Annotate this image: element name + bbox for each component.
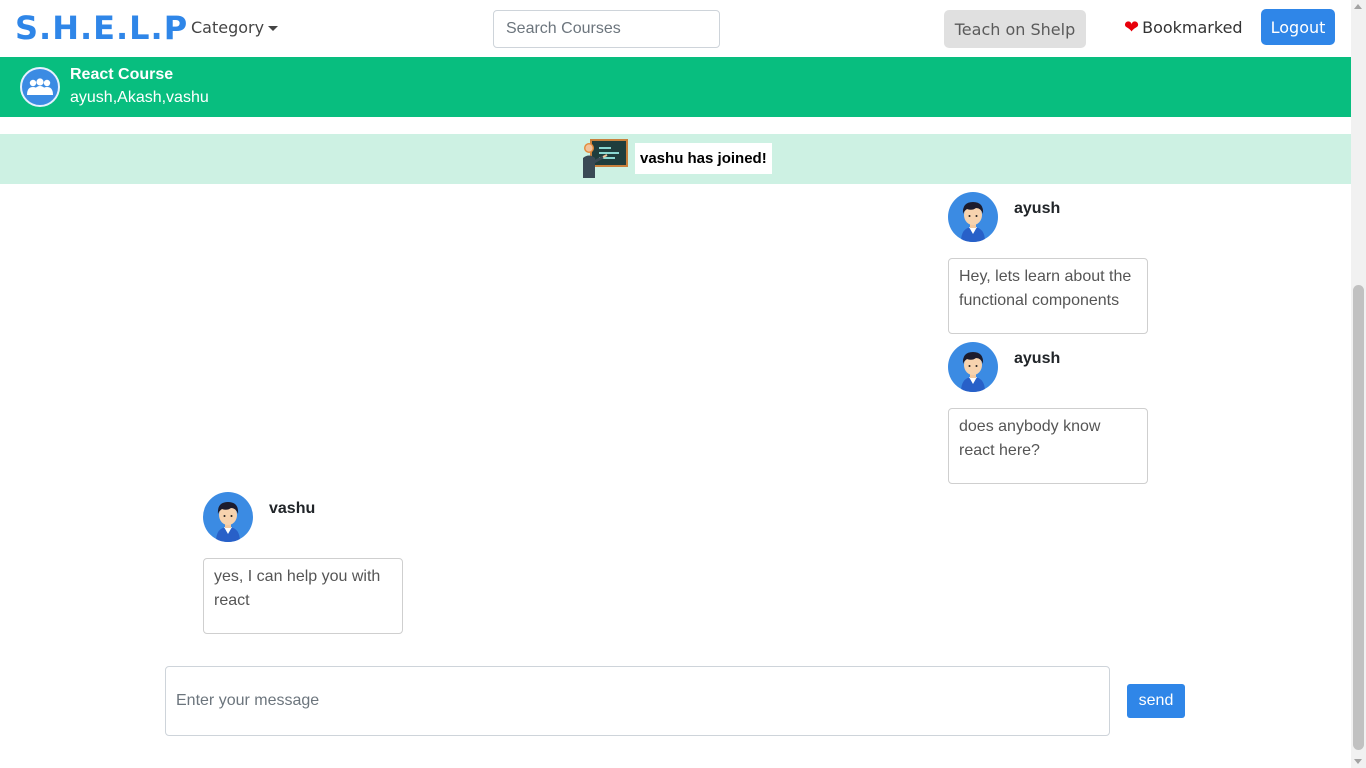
scroll-up-icon[interactable] — [1354, 4, 1362, 9]
message-input[interactable] — [165, 666, 1110, 736]
avatar-ayush — [948, 342, 998, 392]
category-label: Category — [191, 18, 265, 37]
logout-button[interactable]: Logout — [1261, 9, 1335, 45]
teacher-blackboard-icon — [581, 138, 629, 180]
brand-logo[interactable]: S.H.E.L.P — [15, 8, 188, 48]
bookmarked-label: Bookmarked — [1142, 18, 1243, 37]
category-dropdown[interactable]: Category — [191, 18, 279, 38]
message-author: ayush — [1014, 200, 1061, 217]
room-title: React Course — [70, 66, 174, 83]
heart-icon: ❤ — [1124, 17, 1140, 38]
message-author: vashu — [269, 500, 316, 517]
page-scrollbar[interactable] — [1351, 0, 1366, 768]
search-input[interactable] — [493, 10, 720, 48]
navbar: S.H.E.L.P Category Teach on Shelp ❤ Book… — [0, 0, 1351, 57]
message-bubble: does anybody know react here? — [948, 408, 1148, 484]
avatar-ayush — [948, 192, 998, 242]
join-message: vashu has joined! — [635, 143, 772, 174]
room-members: ayush,Akash,vashu — [70, 89, 209, 106]
message-bubble: yes, I can help you with react — [203, 558, 403, 634]
group-icon — [20, 67, 60, 107]
teach-on-shelp-button[interactable]: Teach on Shelp — [944, 10, 1086, 48]
scrollbar-thumb[interactable] — [1353, 285, 1364, 750]
avatar-vashu — [203, 492, 253, 542]
join-notification: vashu has joined! — [0, 134, 1351, 184]
send-button[interactable]: send — [1127, 684, 1185, 718]
caret-down-icon — [268, 25, 279, 31]
message-author: ayush — [1014, 350, 1061, 367]
message-bubble: Hey, lets learn about the functional com… — [948, 258, 1148, 334]
room-header: React Course ayush,Akash,vashu — [0, 57, 1351, 117]
bookmarked-link[interactable]: ❤ Bookmarked — [1124, 18, 1243, 38]
scroll-down-icon[interactable] — [1354, 759, 1362, 764]
